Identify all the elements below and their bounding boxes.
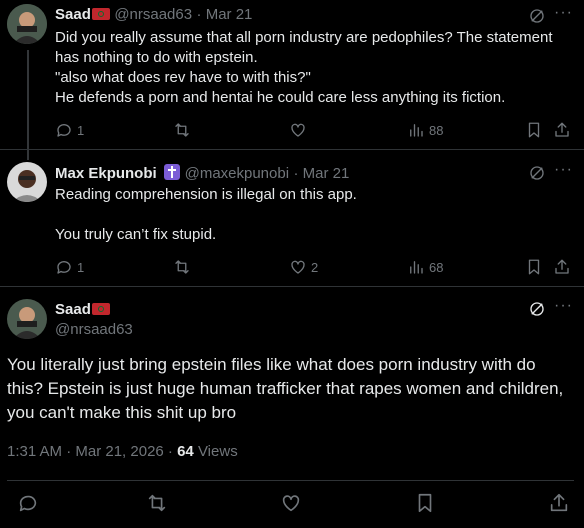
morocco-flag-icon (91, 303, 110, 315)
share-icon (555, 259, 569, 274)
tweet-meta: 1:31 AM · Mar 21, 2026 · 64 Views (7, 443, 238, 460)
tweet-date[interactable]: · Mar 21 (197, 6, 253, 23)
author-handle[interactable]: @nrsaad63 (114, 6, 192, 23)
author-name[interactable]: Saad (55, 6, 91, 23)
bookmark-icon (528, 122, 540, 138)
like-button[interactable]: 2 (289, 258, 318, 276)
like-button[interactable] (289, 121, 307, 139)
cross-emoji-icon (164, 164, 181, 180)
heart-icon (291, 260, 305, 274)
grok-icon[interactable] (528, 164, 546, 182)
share-icon (555, 122, 569, 137)
author-handle[interactable]: @maxekpunobi (185, 165, 289, 182)
author-handle[interactable]: @nrsaad63 (55, 321, 133, 338)
bookmark-icon (418, 493, 432, 513)
tweet-1[interactable]: Saad @nrsaad63 · Mar 21 ··· Did you real… (0, 0, 584, 150)
morocco-flag-icon (91, 8, 110, 20)
author-name[interactable]: Saad (55, 301, 91, 318)
reply-button[interactable] (17, 492, 39, 514)
tweet-2[interactable]: Max Ekpunobi @maxekpunobi · Mar 21 ··· R… (0, 150, 584, 290)
repost-button[interactable] (146, 492, 168, 514)
like-button[interactable] (280, 492, 302, 514)
repost-icon (148, 494, 166, 512)
views-count: 68 (429, 259, 444, 275)
reply-icon (19, 495, 37, 512)
bookmark-icon (528, 259, 540, 275)
tweet-text: Did you really assume that all porn indu… (55, 29, 553, 106)
main-tweet-text: You literally just bring epstein files l… (7, 355, 564, 422)
reply-button[interactable]: 1 (55, 121, 84, 139)
heart-icon (291, 123, 305, 137)
views-button[interactable]: 68 (407, 258, 443, 276)
like-count: 2 (311, 259, 319, 275)
reply-icon (57, 124, 71, 137)
avatar[interactable] (7, 162, 47, 202)
avatar[interactable] (7, 299, 47, 339)
more-options-icon[interactable]: ··· (554, 297, 573, 315)
analytics-icon (410, 124, 423, 137)
more-options-icon[interactable]: ··· (554, 4, 573, 22)
bookmark-button[interactable] (525, 258, 543, 276)
grok-icon[interactable] (528, 300, 546, 318)
tweet-date[interactable]: · Mar 21 (294, 165, 350, 182)
repost-button[interactable] (173, 258, 191, 276)
grok-icon[interactable] (528, 7, 546, 25)
views-label: Views (193, 443, 238, 460)
tweet-text: Reading comprehension is illegal on this… (55, 186, 357, 243)
heart-icon (282, 495, 300, 512)
views-count: 64 (177, 443, 194, 460)
repost-icon (175, 260, 189, 274)
share-icon (550, 493, 568, 512)
reply-icon (57, 261, 71, 274)
share-button[interactable] (553, 258, 571, 276)
divider (7, 480, 574, 481)
views-button[interactable]: 88 (407, 121, 443, 139)
repost-icon (175, 123, 189, 137)
author-name[interactable]: Max Ekpunobi (55, 165, 157, 182)
reply-count: 1 (77, 122, 85, 138)
more-options-icon[interactable]: ··· (554, 161, 573, 179)
main-tweet: Saad @nrsaad63 ··· You literally just br… (0, 287, 584, 528)
repost-button[interactable] (173, 121, 191, 139)
bookmark-button[interactable] (414, 492, 436, 514)
views-count: 88 (429, 122, 444, 138)
reply-button[interactable]: 1 (55, 258, 84, 276)
timestamp[interactable]: 1:31 AM · Mar 21, 2026 · (7, 443, 177, 460)
reply-count: 1 (77, 259, 85, 275)
share-button[interactable] (548, 492, 570, 514)
avatar[interactable] (7, 4, 47, 44)
share-button[interactable] (553, 121, 571, 139)
bookmark-button[interactable] (525, 121, 543, 139)
analytics-icon (410, 261, 423, 274)
